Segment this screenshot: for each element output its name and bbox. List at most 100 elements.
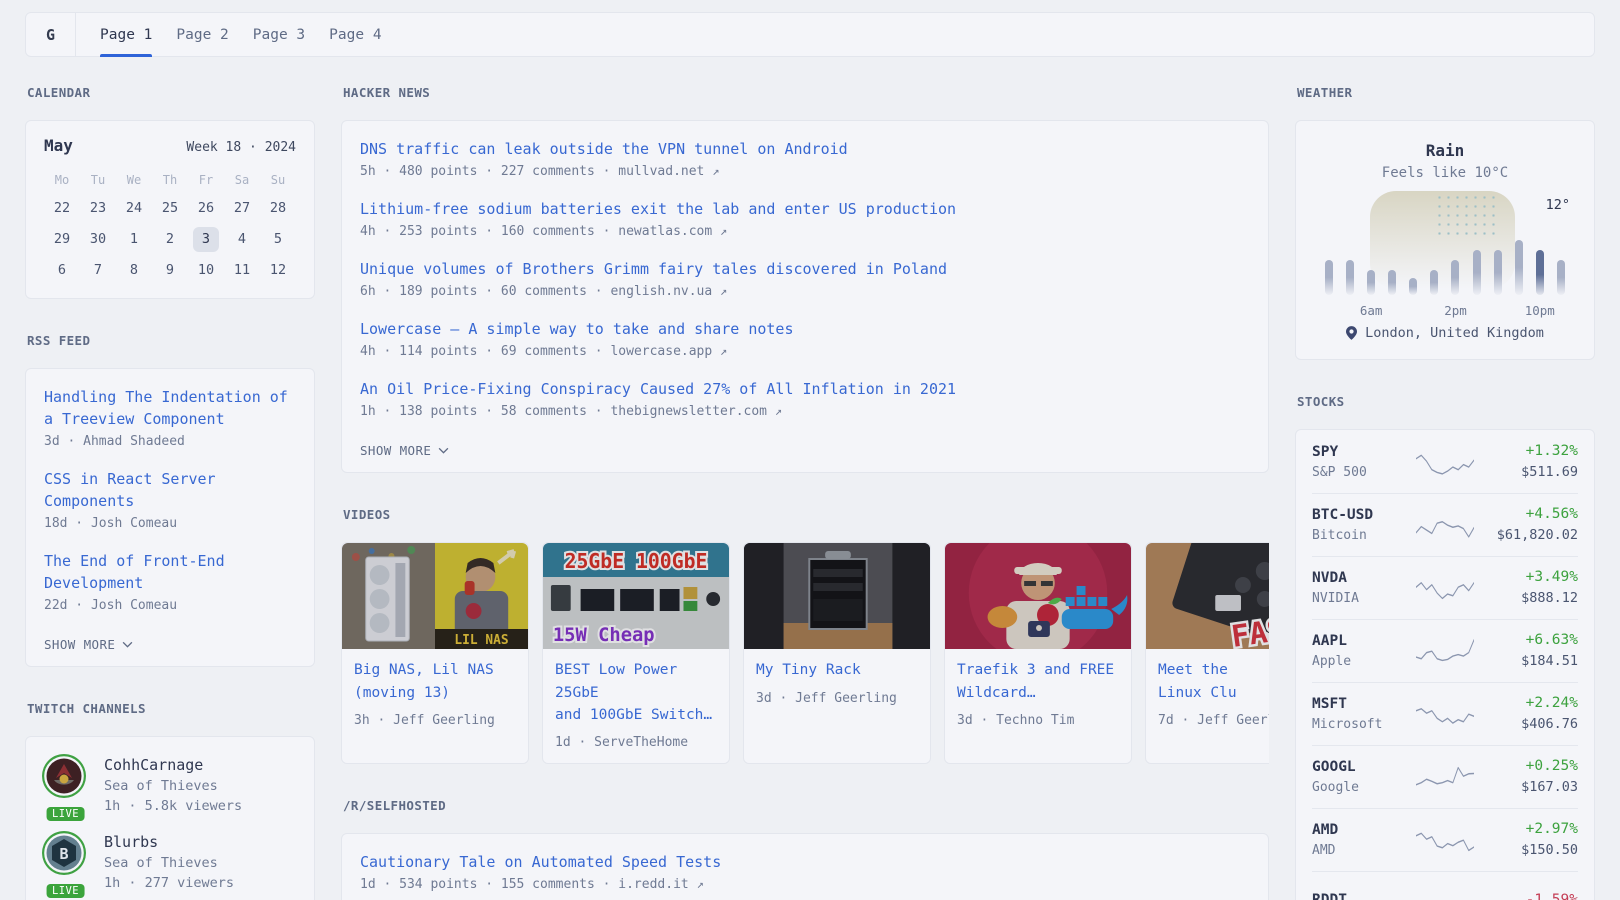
twitch-channel-name[interactable]: Blurbs <box>104 831 234 851</box>
video-title[interactable]: Meet the Linux Clu <box>1158 662 1237 700</box>
news-item-domain[interactable]: mullvad.net <box>618 164 704 179</box>
stock-row[interactable]: AMD AMD +2.97% $150.50 <box>1312 808 1578 871</box>
calendar-weekday: Tu <box>80 165 116 193</box>
weather-feels-like: Feels like 10°C <box>1314 165 1576 181</box>
news-item-domain[interactable]: newatlas.com <box>618 224 712 239</box>
temperature-bar <box>1325 260 1333 295</box>
stock-price: $167.03 <box>1482 779 1578 795</box>
news-item-stats: 1h · 138 points · 58 comments · <box>360 404 603 419</box>
hacker-news-show-more-label: SHOW MORE <box>360 443 431 458</box>
rss-item-meta: 22d · Josh Comeau <box>44 598 296 613</box>
page-tab-label: Page 1 <box>100 27 152 43</box>
video-thumbnail[interactable]: LIL NAS <box>342 543 528 649</box>
external-link-icon: ↗ <box>712 164 719 178</box>
twitch-channel-name[interactable]: CohhCarnage <box>104 754 242 774</box>
news-item-title[interactable]: Unique volumes of Brothers Grimm fairy t… <box>360 260 947 278</box>
stock-row[interactable]: BTC-USD Bitcoin +4.56% $61,820.02 <box>1312 493 1578 556</box>
stock-row[interactable]: AAPL Apple +6.63% $184.51 <box>1312 619 1578 682</box>
rss-card: Handling The Indentation of a Treeview C… <box>25 368 315 667</box>
video-card-body: BEST Low Power 25GbE and 100GbE Switch… … <box>543 649 729 763</box>
calendar-weekday: Fr <box>188 165 224 193</box>
stock-identity: SPY S&P 500 <box>1312 444 1408 480</box>
news-item-title[interactable]: Lowercase – A simple way to take and sha… <box>360 320 793 338</box>
sparkline-chart <box>1416 633 1474 669</box>
sparkline-chart <box>1416 444 1474 480</box>
reddit-item-meta: 1d · 534 points · 155 comments · i.redd.… <box>360 877 1250 892</box>
page-tab[interactable]: Page 3 <box>241 13 317 56</box>
video-card-body: Big NAS, Lil NAS (moving 13) 3h · Jeff G… <box>342 649 528 741</box>
calendar-day: 29 <box>44 224 80 255</box>
calendar-day-number: 10 <box>193 258 219 283</box>
stock-change-percent: +6.63% <box>1482 632 1578 648</box>
stock-row[interactable]: MSFT Microsoft +2.24% $406.76 <box>1312 682 1578 745</box>
video-thumbnail[interactable]: FAS <box>1146 543 1269 649</box>
news-item-domain[interactable]: english.nv.ua <box>610 284 712 299</box>
reddit-item-title[interactable]: Cautionary Tale on Automated Speed Tests <box>360 853 721 871</box>
stock-row[interactable]: SPY S&P 500 +1.32% $511.69 <box>1312 431 1578 493</box>
calendar-day-number: 29 <box>49 227 75 252</box>
page-tab[interactable]: Page 4 <box>317 13 393 56</box>
twitch-channel-game: Sea of Thieves <box>104 778 242 794</box>
rss-item-title[interactable]: The End of Front-End Development <box>44 552 225 592</box>
stock-sparkline <box>1416 444 1474 480</box>
page-tab[interactable]: Page 1 <box>88 13 164 56</box>
stock-name: AMD <box>1312 843 1408 858</box>
stock-row[interactable]: RDDT -1.59% <box>1312 871 1578 900</box>
calendar-day-number: 3 <box>193 227 219 252</box>
rss-item-meta: 3d · Ahmad Shadeed <box>44 434 296 449</box>
video-title[interactable]: My Tiny Rack <box>756 662 861 678</box>
news-item-domain[interactable]: lowercase.app <box>610 344 712 359</box>
video-title[interactable]: BEST Low Power 25GbE and 100GbE Switch… <box>555 662 712 723</box>
page-tab-label: Page 2 <box>176 27 228 43</box>
video-thumbnail[interactable]: 25GbE 100GbE 15W Cheap <box>543 543 729 649</box>
stock-change-percent: +1.32% <box>1482 443 1578 459</box>
rss-list: Handling The Indentation of a Treeview C… <box>44 386 296 613</box>
stock-row[interactable]: NVDA NVIDIA +3.49% $888.12 <box>1312 556 1578 619</box>
columns: CALENDAR May Week 18 · 2024 Mo Tu We <box>25 85 1595 900</box>
svg-text:FAS: FAS <box>1229 613 1269 649</box>
news-item-title[interactable]: DNS traffic can leak outside the VPN tun… <box>360 140 848 158</box>
twitch-channel-meta: 1h · 5.8k viewers <box>104 798 242 814</box>
calendar-day: 10 <box>188 255 224 286</box>
rss-show-more-button[interactable]: SHOW MORE <box>44 637 296 652</box>
stock-sparkline <box>1416 822 1474 858</box>
temperature-bar-slot <box>1556 215 1566 295</box>
video-thumbnail-art <box>744 543 930 649</box>
reddit-item-domain[interactable]: i.redd.it <box>618 877 688 892</box>
external-link-icon: ↗ <box>720 224 727 238</box>
video-thumbnail[interactable] <box>945 543 1131 649</box>
calendar-weekday-row: Mo Tu We Th Fr Sa Su <box>44 165 296 193</box>
calendar-widget: CALENDAR May Week 18 · 2024 Mo Tu We <box>25 85 315 299</box>
calendar-day: 5 <box>260 224 296 255</box>
news-item-title[interactable]: An Oil Price-Fixing Conspiracy Caused 27… <box>360 380 956 398</box>
temperature-bar <box>1515 240 1523 295</box>
calendar-day: 9 <box>152 255 188 286</box>
top-nav: G Page 1 Page 2 Page 3 Page 4 <box>25 12 1595 57</box>
calendar-day: 26 <box>188 193 224 224</box>
video-thumbnail[interactable] <box>744 543 930 649</box>
temperature-bars: 6am <box>1324 215 1566 295</box>
calendar-day-number: 5 <box>265 227 291 252</box>
temperature-bar-slot <box>1493 215 1503 295</box>
stock-values: +2.97% $150.50 <box>1482 821 1578 858</box>
stock-change-percent: +0.25% <box>1482 758 1578 774</box>
page-tab[interactable]: Page 2 <box>164 13 240 56</box>
video-title[interactable]: Big NAS, Lil NAS (moving 13) <box>354 662 494 700</box>
calendar-day-number: 4 <box>229 227 255 252</box>
calendar-day-number: 12 <box>265 258 291 283</box>
news-item-domain[interactable]: thebignewsletter.com <box>610 404 767 419</box>
stock-identity: MSFT Microsoft <box>1312 696 1408 732</box>
rss-item-title[interactable]: Handling The Indentation of a Treeview C… <box>44 388 288 428</box>
calendar-day-number: 7 <box>85 258 111 283</box>
stock-ticker: SPY <box>1312 444 1408 460</box>
stock-price: $61,820.02 <box>1482 527 1578 543</box>
news-item-title[interactable]: Lithium-free sodium batteries exit the l… <box>360 200 956 218</box>
video-title[interactable]: Traefik 3 and FREE Wildcard… <box>957 662 1114 700</box>
calendar-day-number: 23 <box>85 196 111 221</box>
stock-row[interactable]: GOOGL Google +0.25% $167.03 <box>1312 745 1578 808</box>
temperature-bar-slot <box>1472 215 1482 295</box>
calendar-day-number: 27 <box>229 196 255 221</box>
rss-item-title[interactable]: CSS in React Server Components <box>44 470 216 510</box>
avatar: B LIVE <box>42 831 89 891</box>
hacker-news-show-more-button[interactable]: SHOW MORE <box>360 443 1250 458</box>
